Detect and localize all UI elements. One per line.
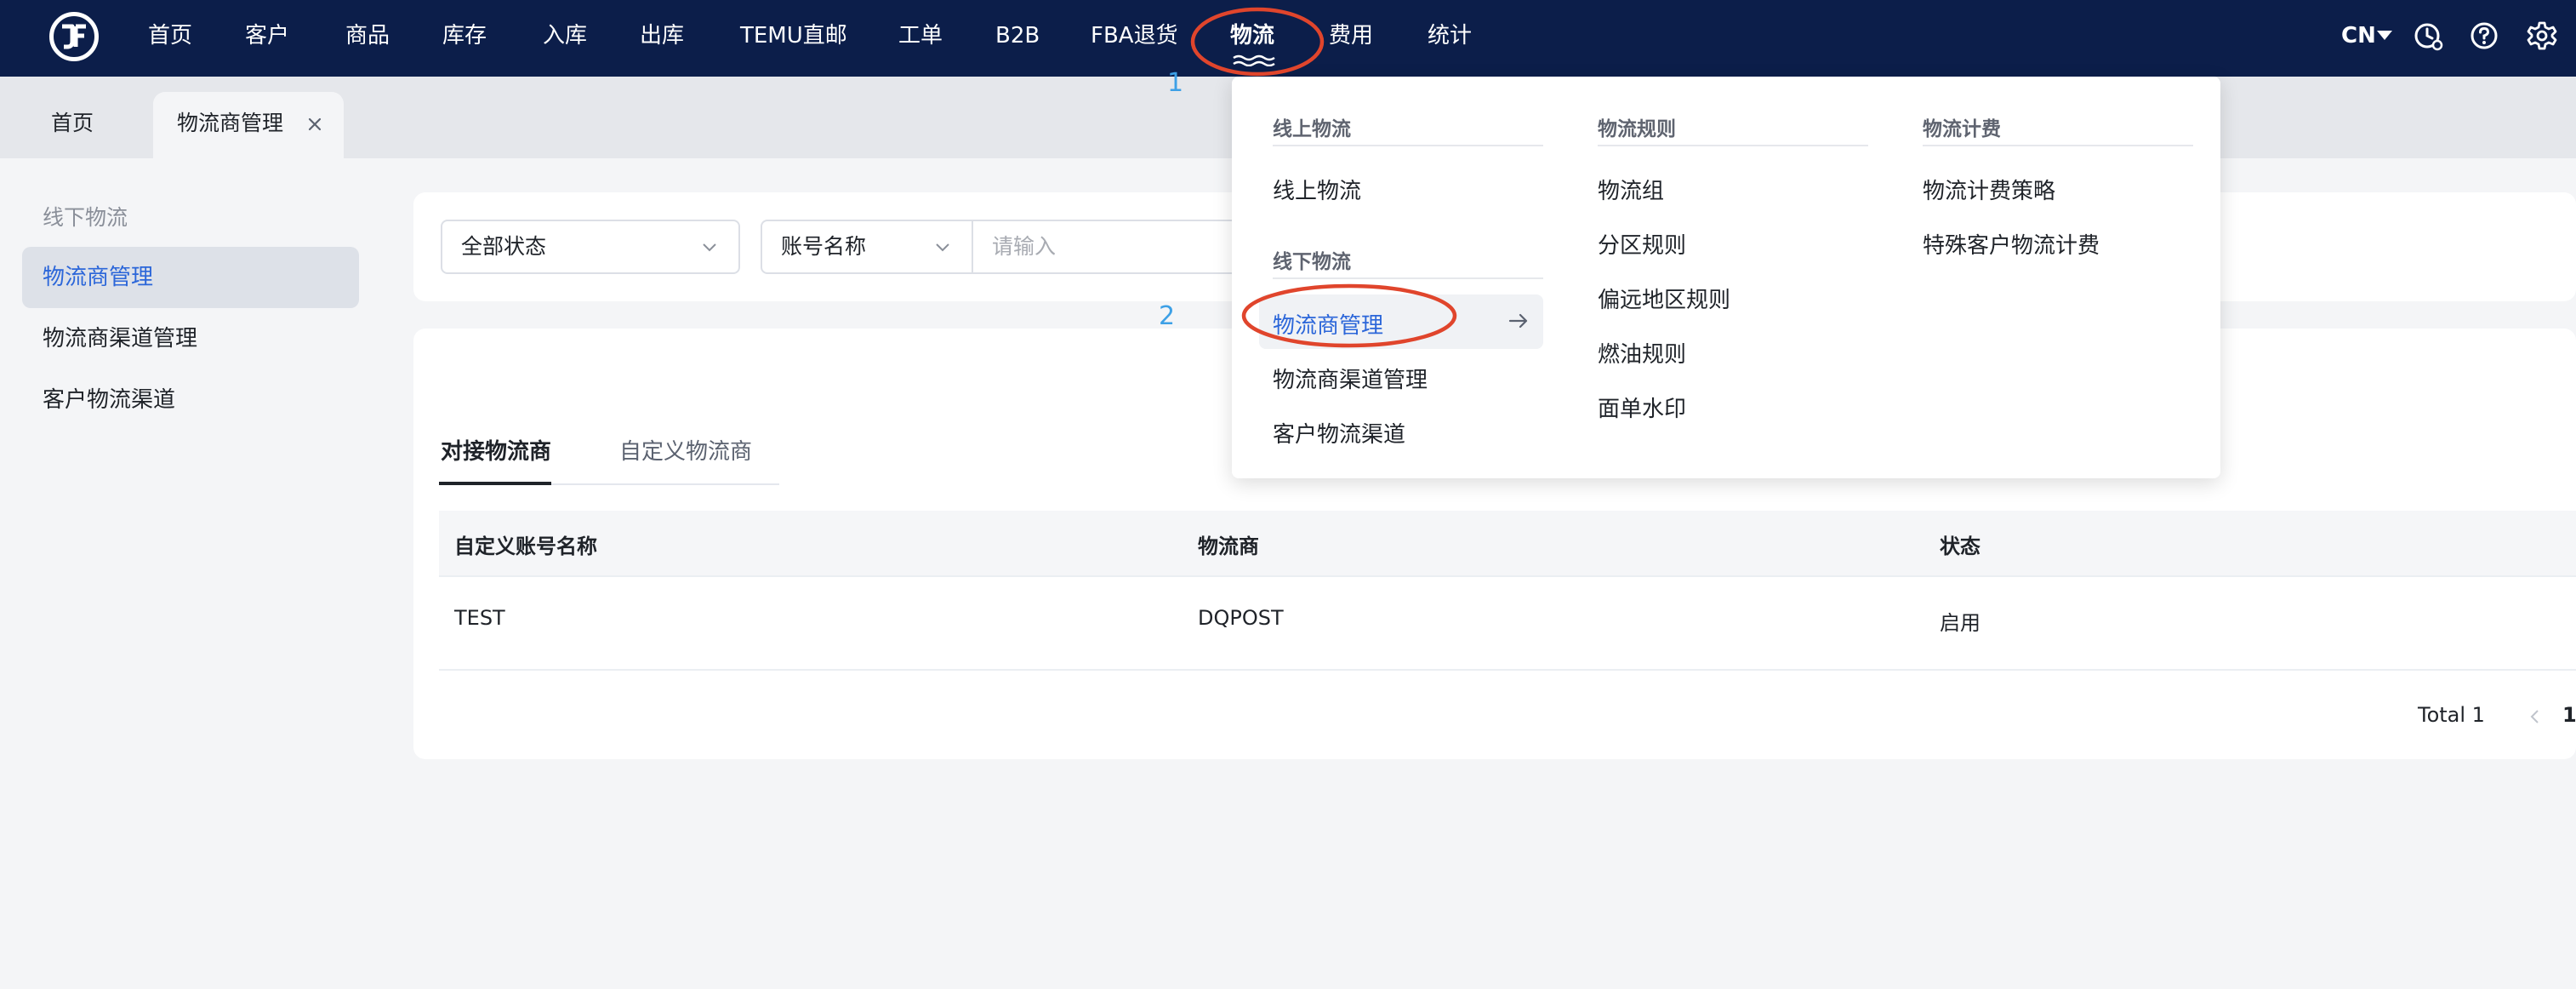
- column-header-status: 状态: [1940, 535, 1980, 558]
- annotation-ellipse-step-2: [1241, 283, 1457, 348]
- active-tab-underline: [439, 482, 551, 485]
- tab-label: 物流商管理: [177, 111, 284, 135]
- tab-custom-carriers[interactable]: 自定义物流商: [619, 434, 752, 466]
- chevron-down-icon: [936, 243, 949, 252]
- nav-item-home[interactable]: 首页: [148, 0, 192, 77]
- menu-item-remote-area-rules[interactable]: 偏远地区规则: [1598, 283, 1730, 314]
- tab-carrier-management[interactable]: 物流商管理: [153, 92, 344, 158]
- cell-carrier: DQPOST: [1198, 606, 1284, 630]
- gear-icon[interactable]: [2527, 20, 2557, 51]
- cell-status: 启用: [1940, 611, 1980, 635]
- menu-item-customer-channels[interactable]: 客户物流渠道: [1273, 417, 1405, 449]
- menu-item-logistics-group[interactable]: 物流组: [1598, 174, 1664, 205]
- menu-group-divider: [1598, 145, 1868, 146]
- tab-integrated-carriers[interactable]: 对接物流商: [441, 434, 551, 466]
- nav-item-inbound[interactable]: 入库: [543, 0, 587, 77]
- nav-item-inventory[interactable]: 库存: [442, 0, 487, 77]
- annotation-ellipse-step-1: [1190, 7, 1325, 77]
- menu-item-label-watermark[interactable]: 面单水印: [1598, 392, 1686, 423]
- cell-account-name: TEST: [454, 606, 505, 630]
- nav-item-tickets[interactable]: 工单: [898, 0, 943, 77]
- field-select-value: 账号名称: [781, 234, 867, 259]
- nav-item-statistics[interactable]: 统计: [1428, 0, 1472, 77]
- nav-item-customers[interactable]: 客户: [245, 0, 289, 77]
- table-divider: [439, 669, 2576, 671]
- menu-item-carrier-channels[interactable]: 物流商渠道管理: [1273, 363, 1428, 394]
- sidebar-item-carrier-channels[interactable]: 物流商渠道管理: [22, 308, 359, 369]
- sidebar-item-carrier-management[interactable]: 物流商管理: [22, 247, 359, 308]
- chevron-down-icon: [703, 243, 716, 252]
- menu-group-divider: [1273, 277, 1543, 279]
- sidebar-group-offline-logistics: 线下物流: [43, 205, 128, 230]
- nav-item-fees[interactable]: 费用: [1329, 0, 1373, 77]
- annotation-number-1: 1: [1167, 68, 1184, 98]
- column-header-carrier: 物流商: [1198, 535, 1259, 558]
- caret-down-icon[interactable]: [2377, 31, 2392, 40]
- close-icon[interactable]: [306, 116, 323, 133]
- language-selector[interactable]: CN: [2341, 0, 2376, 77]
- menu-item-zone-rules[interactable]: 分区规则: [1598, 228, 1686, 260]
- nav-item-temu[interactable]: TEMU直邮: [740, 0, 847, 77]
- menu-item-online-logistics[interactable]: 线上物流: [1273, 174, 1361, 205]
- menu-group-divider: [1923, 145, 2193, 146]
- menu-group-offline-logistics: 线下物流: [1273, 251, 1351, 273]
- status-select-value: 全部状态: [461, 234, 547, 259]
- nav-item-products[interactable]: 商品: [345, 0, 390, 77]
- nav-item-outbound[interactable]: 出库: [640, 0, 684, 77]
- help-icon[interactable]: [2469, 20, 2499, 51]
- table-header: [439, 511, 2576, 577]
- menu-item-billing-strategy[interactable]: 物流计费策略: [1923, 174, 2055, 205]
- menu-item-fuel-rules[interactable]: 燃油规则: [1598, 337, 1686, 369]
- status-select[interactable]: 全部状态: [441, 220, 740, 274]
- logo-mark: [62, 24, 86, 49]
- nav-item-b2b[interactable]: B2B: [995, 0, 1040, 77]
- menu-group-logistics-rules: 物流规则: [1598, 118, 1676, 140]
- field-select[interactable]: 账号名称: [761, 220, 973, 274]
- tab-home[interactable]: 首页: [51, 92, 94, 158]
- menu-group-online-logistics: 线上物流: [1273, 118, 1351, 140]
- menu-group-divider: [1273, 145, 1543, 146]
- menu-item-special-customer-billing[interactable]: 特殊客户物流计费: [1923, 228, 2100, 260]
- annotation-number-2: 2: [1159, 301, 1176, 331]
- nav-item-fba-returns[interactable]: FBA退货: [1091, 0, 1178, 77]
- table-divider: [439, 575, 2576, 577]
- pagination-page[interactable]: 1/: [2562, 703, 2576, 727]
- logo-icon[interactable]: [49, 12, 99, 61]
- pagination-total: Total 1: [2418, 703, 2485, 727]
- clock-icon[interactable]: [2413, 20, 2443, 51]
- arrow-right-icon: [1508, 313, 1528, 329]
- menu-group-logistics-billing: 物流计费: [1923, 118, 2001, 140]
- chevron-left-icon[interactable]: [2528, 708, 2540, 725]
- column-header-account-name: 自定义账号名称: [454, 535, 597, 558]
- sidebar-item-customer-channels[interactable]: 客户物流渠道: [22, 369, 359, 431]
